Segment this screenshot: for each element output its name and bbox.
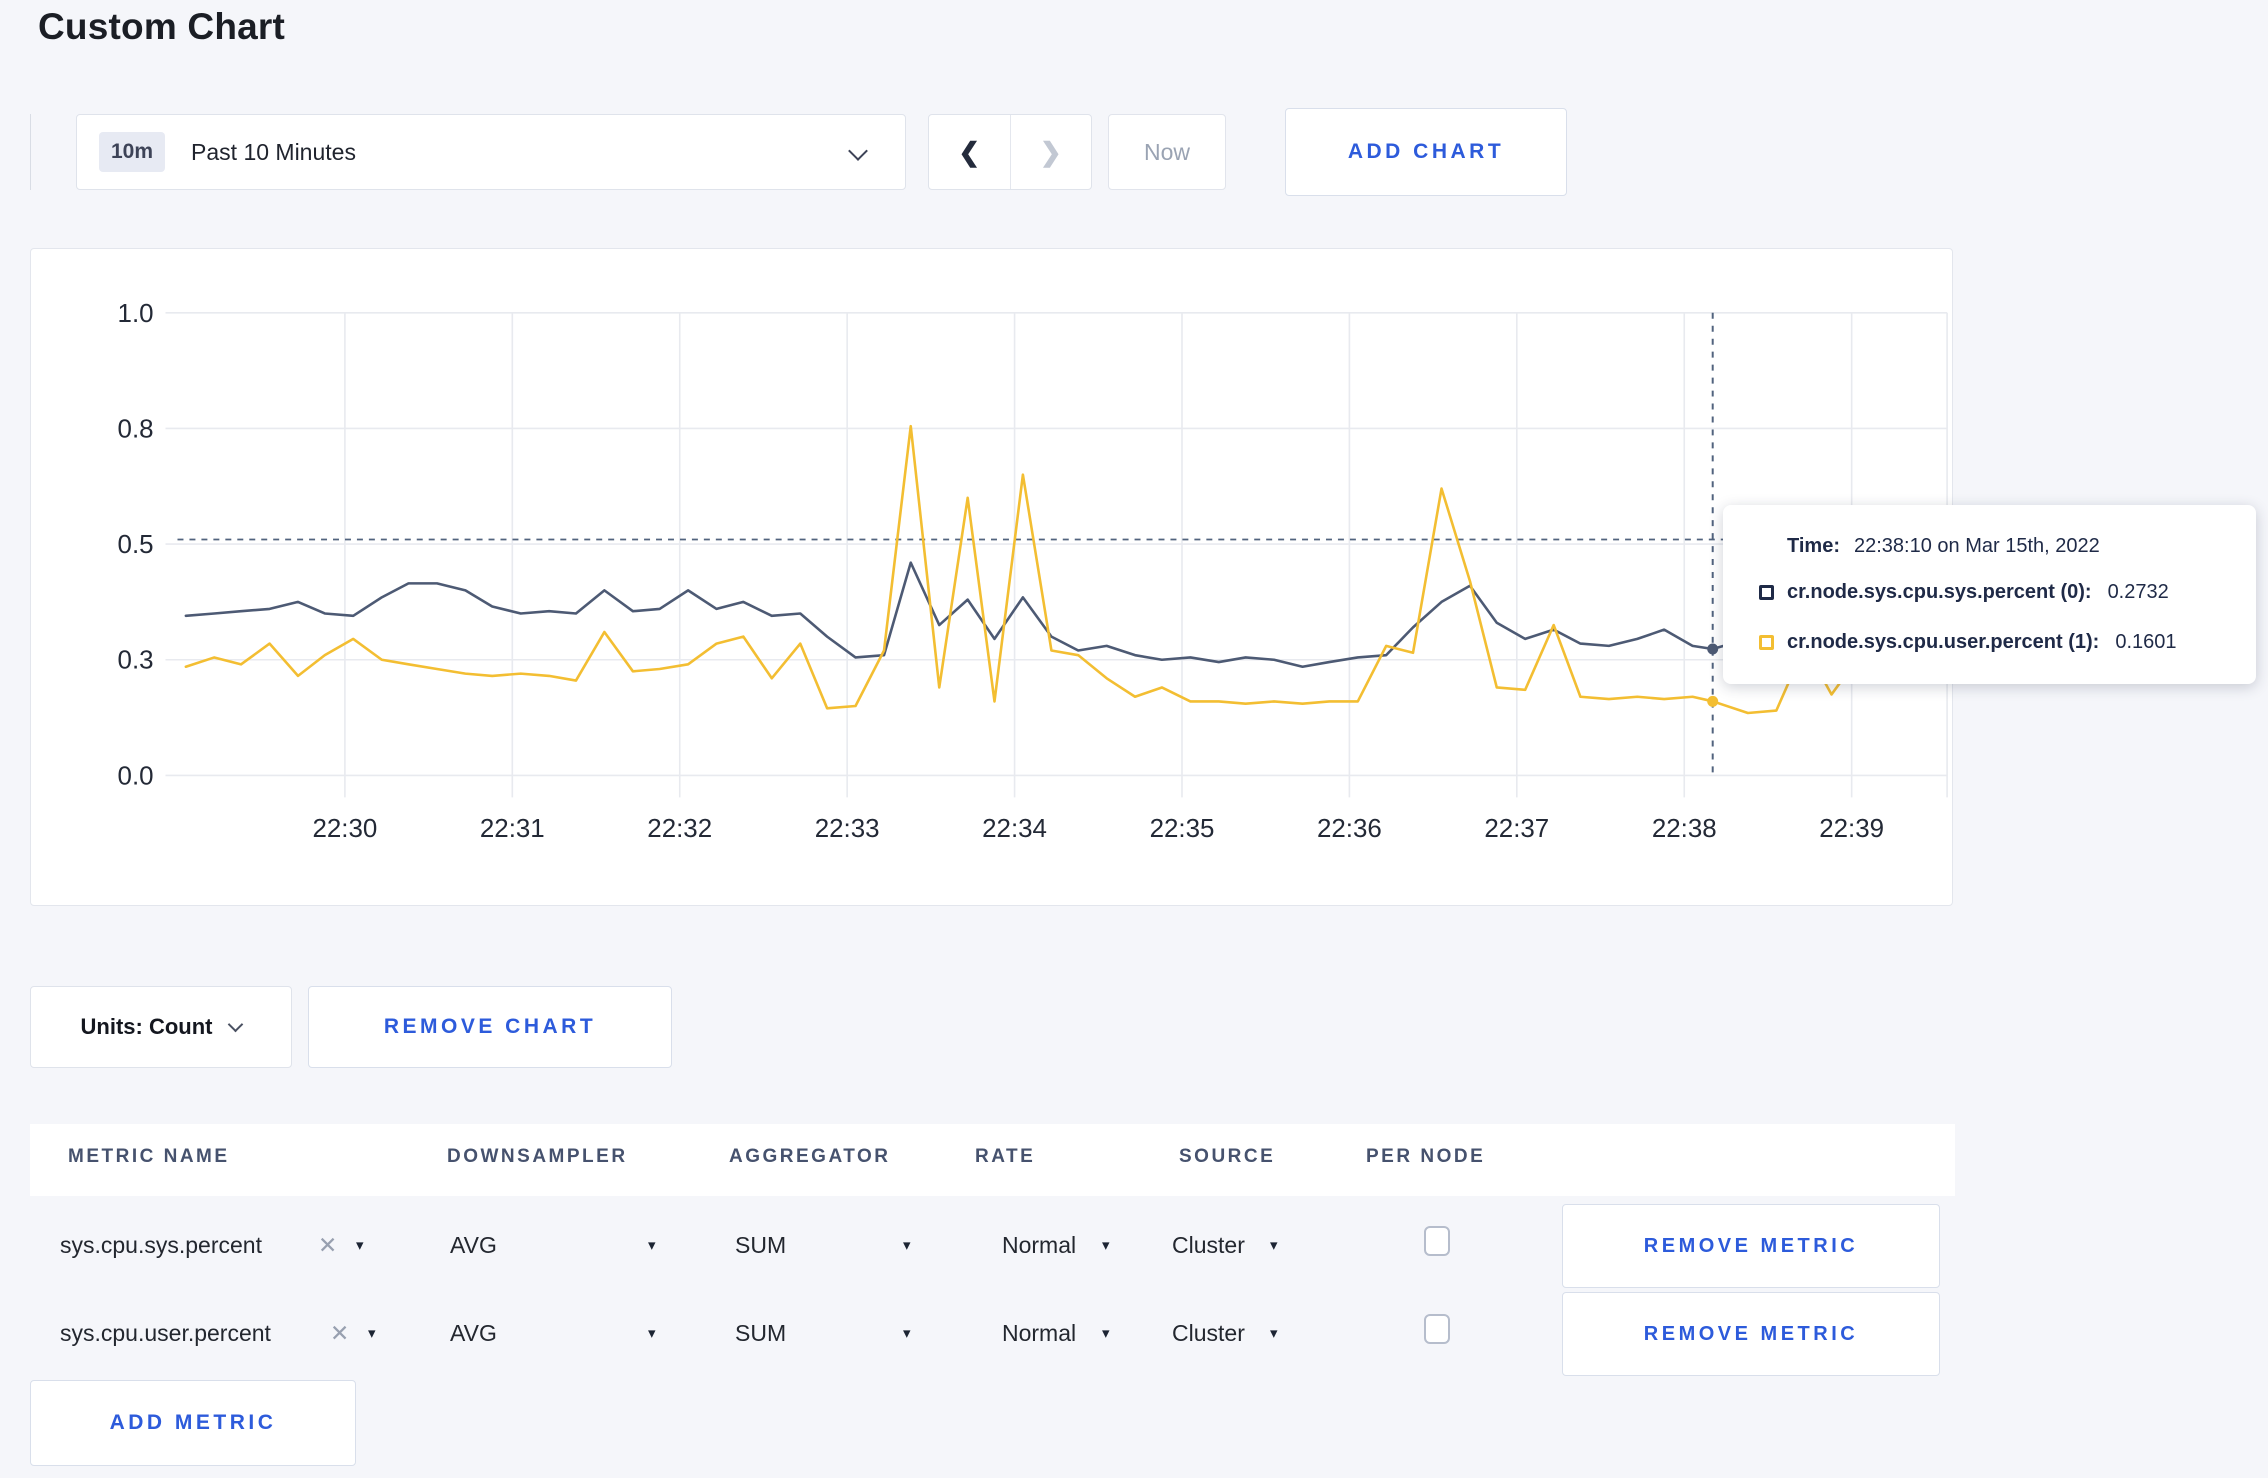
aggregator-select[interactable]: SUM (735, 1232, 786, 1259)
tooltip-series-row: cr.node.sys.cpu.sys.percent (0): 0.2732 (1759, 581, 2169, 604)
time-nav-group: ❮ ❯ (928, 114, 1092, 190)
units-select[interactable]: Units: Count (30, 986, 292, 1068)
y-axis-tick-label: 0.8 (118, 415, 154, 443)
y-axis-tick-label: 0.3 (118, 647, 154, 675)
add-metric-button[interactable]: ADD METRIC (30, 1380, 356, 1466)
col-header-per-node: PER NODE (1366, 1146, 1486, 1167)
metric-name-select[interactable]: sys.cpu.sys.percent (60, 1232, 262, 1259)
sys-series-legend-icon (1759, 585, 1774, 600)
caret-down-icon[interactable]: ▾ (1270, 1324, 1278, 1342)
caret-down-icon[interactable]: ▾ (903, 1236, 911, 1254)
tooltip-time: Time: 22:38:10 on Mar 15th, 2022 (1787, 535, 2100, 558)
x-axis-tick-label: 22:30 (312, 815, 377, 843)
caret-down-icon[interactable]: ▾ (1102, 1236, 1110, 1254)
y-axis-tick-label: 0.0 (118, 762, 154, 790)
units-label: Units: Count (80, 1014, 213, 1039)
clear-metric-icon[interactable]: ✕ (330, 1320, 349, 1347)
remove-chart-button[interactable]: REMOVE CHART (308, 986, 672, 1068)
tooltip-series-label: cr.node.sys.cpu.user.percent (1): (1787, 631, 2100, 653)
remove-metric-button[interactable]: REMOVE METRIC (1562, 1292, 1940, 1376)
now-button[interactable]: Now (1108, 114, 1226, 190)
time-range-select[interactable]: 10m Past 10 Minutes (76, 114, 906, 190)
tooltip-series-value: 0.1601 (2115, 631, 2177, 653)
x-axis-tick-label: 22:38 (1652, 815, 1717, 843)
time-range-label: Past 10 Minutes (191, 138, 356, 165)
y-axis-tick-label: 1.0 (118, 300, 154, 328)
col-header-downsampler: DOWNSAMPLER (447, 1146, 628, 1167)
toolbar-divider (30, 114, 31, 190)
x-axis-tick-label: 22:35 (1150, 815, 1215, 843)
custom-chart-page: Custom Chart 10m Past 10 Minutes ❮ ❯ Now… (0, 0, 2268, 1478)
per-node-checkbox[interactable] (1424, 1226, 1450, 1256)
chart-card: 0.0 0.3 0.5 0.8 1.0 22:30 22:31 22:32 22:33 22:34… (30, 248, 1953, 906)
caret-down-icon[interactable]: ▾ (356, 1236, 364, 1254)
metric-name-select[interactable]: sys.cpu.user.percent (60, 1320, 271, 1347)
x-axis-tick-label: 22:31 (480, 815, 545, 843)
x-axis-tick-label: 22:33 (815, 815, 880, 843)
col-header-source: SOURCE (1179, 1146, 1276, 1167)
tooltip-series-value: 0.2732 (2107, 581, 2169, 603)
clear-metric-icon[interactable]: ✕ (318, 1232, 337, 1259)
hover-point (1707, 643, 1719, 655)
series-line-0 (184, 561, 1862, 669)
caret-down-icon[interactable]: ▾ (1270, 1236, 1278, 1254)
col-header-aggregator: AGGREGATOR (729, 1146, 891, 1167)
caret-down-icon[interactable]: ▾ (648, 1236, 656, 1254)
aggregator-select[interactable]: SUM (735, 1320, 786, 1347)
page-title: Custom Chart (38, 6, 286, 47)
chevron-down-icon (848, 141, 868, 161)
tooltip-series-label: cr.node.sys.cpu.sys.percent (0): (1787, 581, 2092, 603)
downsampler-select[interactable]: AVG (450, 1232, 497, 1259)
time-range-badge: 10m (99, 132, 166, 172)
tooltip-time-label: Time: (1787, 535, 1840, 557)
remove-metric-button[interactable]: REMOVE METRIC (1562, 1204, 1940, 1288)
x-axis-tick-label: 22:34 (982, 815, 1047, 843)
caret-down-icon[interactable]: ▾ (1102, 1324, 1110, 1342)
tooltip-series-row: cr.node.sys.cpu.user.percent (1): 0.1601 (1759, 631, 2177, 654)
chevron-down-icon (228, 1016, 244, 1032)
chart-tooltip: Time: 22:38:10 on Mar 15th, 2022 cr.node.… (1723, 505, 2256, 684)
user-series-legend-icon (1759, 635, 1774, 650)
col-header-metric-name: METRIC NAME (68, 1146, 230, 1167)
y-axis-tick-label: 0.5 (118, 531, 154, 559)
caret-down-icon[interactable]: ▾ (648, 1324, 656, 1342)
per-node-checkbox[interactable] (1424, 1314, 1450, 1344)
next-range-button[interactable]: ❯ (1011, 115, 1092, 189)
series-line-1 (184, 424, 1862, 715)
x-axis-tick-label: 22:32 (647, 815, 712, 843)
tooltip-time-value: 22:38:10 on Mar 15th, 2022 (1853, 535, 2100, 557)
metrics-table-header: METRIC NAME DOWNSAMPLER AGGREGATOR RATE … (30, 1124, 1955, 1196)
x-axis-tick-label: 22:39 (1819, 815, 1884, 843)
cpu-usage-chart[interactable]: 0.0 0.3 0.5 0.8 1.0 22:30 22:31 22:32 22:33 22:34… (31, 249, 1952, 905)
add-chart-button[interactable]: ADD CHART (1285, 108, 1567, 196)
source-select[interactable]: Cluster (1172, 1320, 1245, 1347)
chevron-right-icon: ❯ (1039, 136, 1062, 167)
x-axis-tick-label: 22:37 (1484, 815, 1549, 843)
caret-down-icon[interactable]: ▾ (368, 1324, 376, 1342)
rate-select[interactable]: Normal (1002, 1232, 1076, 1259)
col-header-rate: RATE (975, 1146, 1036, 1167)
source-select[interactable]: Cluster (1172, 1232, 1245, 1259)
prev-range-button[interactable]: ❮ (929, 115, 1011, 189)
caret-down-icon[interactable]: ▾ (903, 1324, 911, 1342)
hover-point (1707, 695, 1719, 707)
downsampler-select[interactable]: AVG (450, 1320, 497, 1347)
x-axis-tick-label: 22:36 (1317, 815, 1382, 843)
chevron-left-icon: ❮ (958, 136, 981, 167)
rate-select[interactable]: Normal (1002, 1320, 1076, 1347)
